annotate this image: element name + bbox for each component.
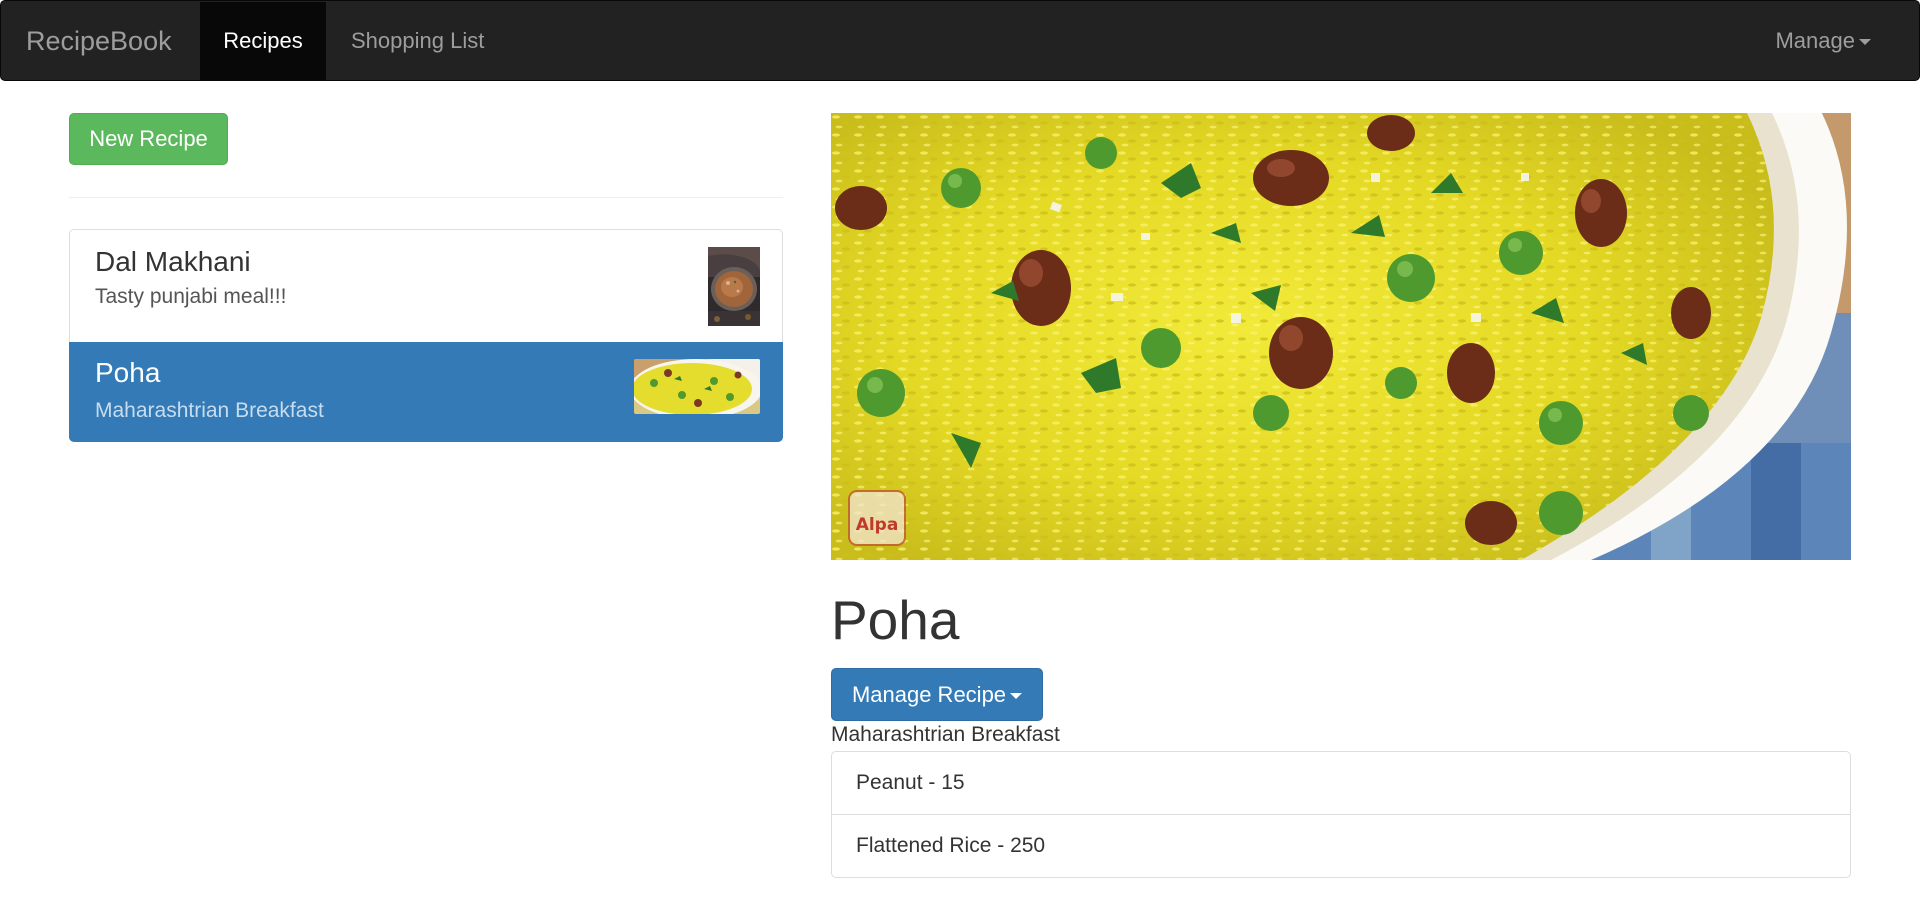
watermark-logo: Alpa <box>848 490 906 546</box>
recipe-hero-image: Alpa <box>831 113 1851 560</box>
caret-down-icon <box>1859 39 1871 46</box>
recipe-detail-description: Maharashtrian Breakfast <box>831 723 1060 746</box>
recipe-name: Poha <box>95 357 161 388</box>
tab-recipes[interactable]: Recipes <box>200 2 326 81</box>
top-navbar: RecipeBook Recipes Shopping List Manage <box>0 0 1920 81</box>
svg-text:Alpa: Alpa <box>856 515 899 535</box>
brand-logo[interactable]: RecipeBook <box>26 1 172 82</box>
new-recipe-button[interactable]: New Recipe <box>69 113 228 165</box>
recipe-name: Dal Makhani <box>95 246 251 277</box>
ingredient-list: Peanut - 15 Flattened Rice - 250 <box>831 751 1851 878</box>
recipe-list-item-poha[interactable]: Poha Maharashtrian Breakfast <box>69 342 783 442</box>
recipe-thumbnail-poha <box>634 359 760 414</box>
recipe-description: Tasty punjabi meal!!! <box>95 285 287 308</box>
tab-shopping-list[interactable]: Shopping List <box>328 2 507 81</box>
recipe-list-item-dal-makhani[interactable]: Dal Makhani Tasty punjabi meal!!! <box>69 229 783 343</box>
caret-down-icon <box>1010 693 1023 700</box>
manage-dropdown[interactable]: Manage <box>1775 2 1871 81</box>
ingredient-item[interactable]: Peanut - 15 <box>831 751 1851 815</box>
divider <box>69 197 783 198</box>
manage-recipe-button[interactable]: Manage Recipe <box>831 668 1043 721</box>
recipe-thumbnail-dal <box>708 247 760 326</box>
ingredient-item[interactable]: Flattened Rice - 250 <box>831 814 1851 878</box>
recipe-description: Maharashtrian Breakfast <box>95 399 324 422</box>
manage-recipe-label: Manage Recipe <box>851 682 1007 707</box>
recipe-detail-title: Poha <box>831 589 960 651</box>
manage-dropdown-label: Manage <box>1775 28 1855 53</box>
